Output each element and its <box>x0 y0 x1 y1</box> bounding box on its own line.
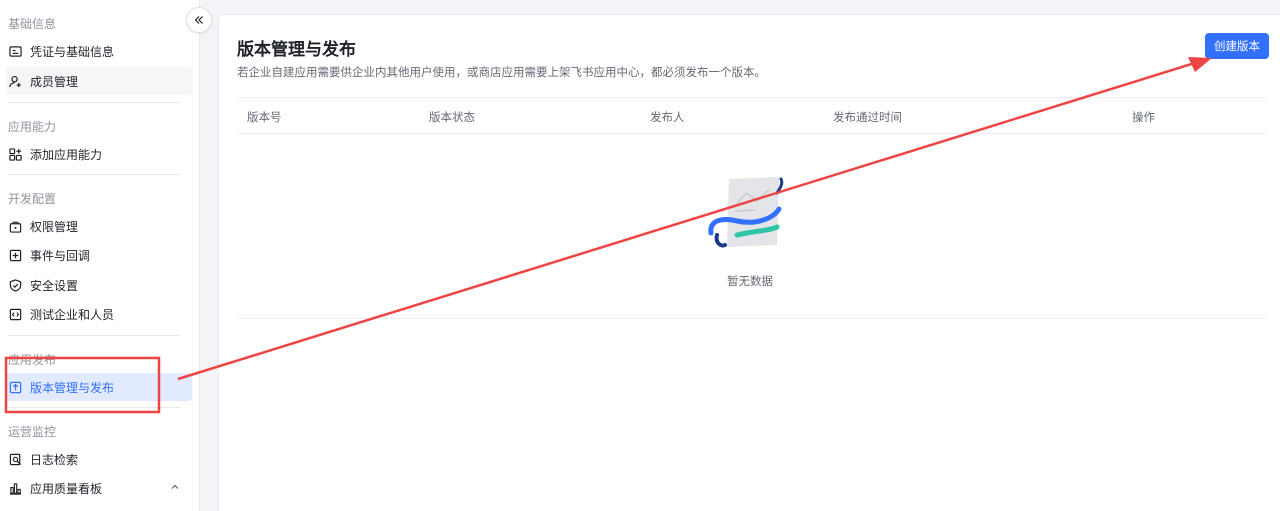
create-version-button[interactable]: 创建版本 <box>1205 33 1269 59</box>
sidebar-item-test-org[interactable]: 测试企业和人员 <box>6 300 192 328</box>
sidebar: 基础信息 凭证与基础信息 成员管理 应用能力 添加应用能力 开发配置 权限管理 … <box>0 0 200 511</box>
column-header-status: 版本状态 <box>429 110 475 124</box>
double-chevron-left-icon <box>194 16 203 24</box>
bar-chart-icon <box>9 482 22 495</box>
sidebar-item-version-publish[interactable]: 版本管理与发布 <box>6 373 192 401</box>
event-icon <box>9 249 22 262</box>
sidebar-item-security[interactable]: 安全设置 <box>6 271 192 299</box>
chevron-up-icon[interactable] <box>170 482 180 492</box>
sidebar-item-label: 添加应用能力 <box>30 147 103 162</box>
collapse-sidebar-button[interactable] <box>186 7 212 33</box>
sidebar-item-label: 权限管理 <box>30 219 79 234</box>
section-title-capabilities: 应用能力 <box>8 120 57 134</box>
sidebar-item-label: 版本管理与发布 <box>30 380 115 395</box>
sidebar-item-label: 成员管理 <box>30 74 79 89</box>
sidebar-divider <box>8 335 180 336</box>
sidebar-item-label: 日志检索 <box>30 452 79 467</box>
column-header-actions: 操作 <box>1132 110 1155 124</box>
table-header: 版本号 版本状态 发布人 发布通过时间 操作 <box>237 97 1267 134</box>
lock-icon <box>9 220 22 233</box>
sidebar-divider <box>8 174 180 175</box>
sidebar-item-add-capability[interactable]: 添加应用能力 <box>6 140 192 168</box>
sidebar-item-label: 安全设置 <box>30 278 79 293</box>
table-bottom-border <box>237 318 1267 319</box>
sidebar-item-label: 应用质量看板 <box>30 481 103 496</box>
page-description: 若企业自建应用需要供企业内其他用户使用，或商店应用需要上架飞书应用中心，都必须发… <box>237 65 766 79</box>
sidebar-divider <box>8 102 180 103</box>
sidebar-item-label: 凭证与基础信息 <box>30 44 115 59</box>
section-title-monitoring: 运营监控 <box>8 425 57 439</box>
column-header-version: 版本号 <box>247 110 282 124</box>
sidebar-item-members[interactable]: 成员管理 <box>6 67 192 95</box>
sidebar-item-quality-board[interactable]: 应用质量看板 <box>6 474 192 502</box>
sidebar-item-label: 测试企业和人员 <box>30 307 115 322</box>
sidebar-item-permissions[interactable]: 权限管理 <box>6 212 192 240</box>
empty-state-illustration <box>708 177 784 248</box>
upload-icon <box>9 381 22 394</box>
sidebar-item-credentials[interactable]: 凭证与基础信息 <box>6 37 192 65</box>
main-panel: 版本管理与发布 若企业自建应用需要供企业内其他用户使用，或商店应用需要上架飞书应… <box>218 14 1280 511</box>
section-title-basic-info: 基础信息 <box>8 17 57 31</box>
empty-state-text: 暂无数据 <box>727 274 773 288</box>
member-icon <box>9 75 22 88</box>
shield-icon <box>9 278 22 292</box>
sidebar-item-events[interactable]: 事件与回调 <box>6 241 192 269</box>
page-title: 版本管理与发布 <box>237 40 356 60</box>
code-icon <box>9 308 22 321</box>
credential-icon <box>9 45 22 58</box>
column-header-approved-time: 发布通过时间 <box>833 110 902 124</box>
section-title-dev-config: 开发配置 <box>8 192 57 206</box>
column-header-publisher: 发布人 <box>650 110 685 124</box>
sidebar-item-log-search[interactable]: 日志检索 <box>6 445 192 473</box>
log-search-icon <box>9 453 22 466</box>
sidebar-item-label: 事件与回调 <box>30 248 91 263</box>
add-capability-icon <box>9 147 22 161</box>
section-title-publish: 应用发布 <box>8 353 57 367</box>
sidebar-divider <box>8 407 180 408</box>
